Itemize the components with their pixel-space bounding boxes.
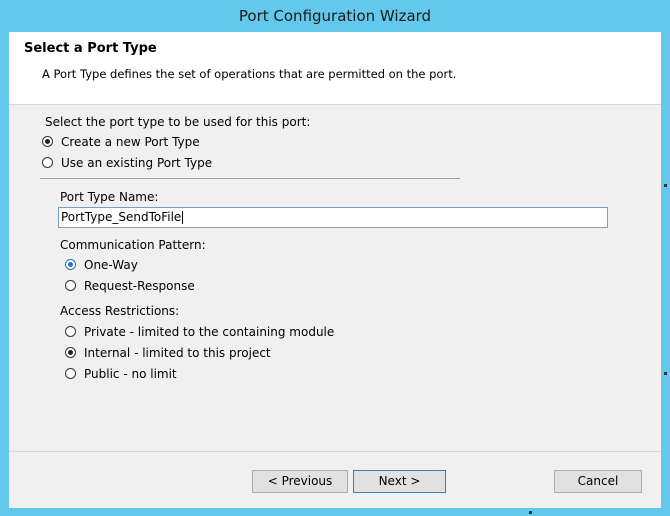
window-title: Port Configuration Wizard [238,7,432,25]
radio-internal-label[interactable]: Internal - limited to this project [84,346,271,360]
port-type-name-value: PortType_SendToFile [61,210,182,224]
radio-create-new-indicator[interactable] [42,136,53,147]
radio-use-existing-label[interactable]: Use an existing Port Type [61,156,212,170]
radio-use-existing-indicator[interactable] [42,157,53,168]
access-restrictions-label: Access Restrictions: [60,304,180,318]
radio-request-response-label[interactable]: Request-Response [84,279,195,293]
radio-one-way-indicator[interactable] [65,259,76,270]
port-type-name-input[interactable]: PortType_SendToFile [58,207,608,228]
page-description: A Port Type defines the set of operation… [42,67,457,81]
radio-request-response-indicator[interactable] [65,280,76,291]
edge-artifact-dot [664,372,667,375]
port-type-name-label: Port Type Name: [60,190,159,204]
communication-pattern-label: Communication Pattern: [60,238,206,252]
footer-divider [9,451,661,452]
resize-artifact-dot [529,511,532,514]
text-caret [182,211,184,224]
wizard-client-area: Select a Port Type A Port Type defines t… [9,32,661,508]
page-title: Select a Port Type [24,41,157,56]
cancel-button[interactable]: Cancel [554,470,642,493]
radio-internal-indicator[interactable] [65,347,76,358]
edge-artifact-dot [664,184,667,187]
radio-public-indicator[interactable] [65,368,76,379]
previous-button[interactable]: < Previous [252,470,348,493]
radio-one-way-label[interactable]: One-Way [84,258,138,272]
port-type-prompt: Select the port type to be used for this… [45,115,311,129]
next-button[interactable]: Next > [353,470,446,493]
radio-private-indicator[interactable] [65,326,76,337]
wizard-header: Select a Port Type A Port Type defines t… [9,32,661,105]
wizard-window: Port Configuration Wizard Select a Port … [0,0,670,516]
section-divider [40,178,460,179]
radio-private-label[interactable]: Private - limited to the containing modu… [84,325,334,339]
radio-create-new-label[interactable]: Create a new Port Type [61,135,200,149]
radio-public-label[interactable]: Public - no limit [84,367,177,381]
